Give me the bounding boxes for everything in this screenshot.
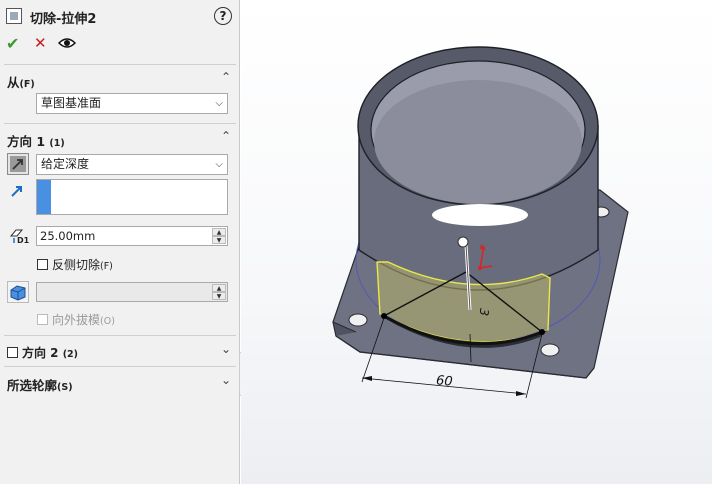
ok-button[interactable]: ✔ xyxy=(6,34,19,53)
hole xyxy=(348,313,368,327)
draft-outward-checkbox[interactable]: 向外拔模(O) xyxy=(37,311,115,328)
section-from-header[interactable]: 从(F) xyxy=(7,72,35,91)
help-icon[interactable]: ? xyxy=(214,7,232,25)
checkbox-box[interactable] xyxy=(7,347,18,358)
graphics-viewport[interactable]: 60 3 xyxy=(241,0,712,484)
end-condition-select[interactable]: 给定深度 ⌵ xyxy=(36,154,228,175)
drag-handle-icon[interactable] xyxy=(457,236,469,248)
divider xyxy=(4,64,236,65)
checkbox-box[interactable] xyxy=(37,259,48,270)
hole xyxy=(540,343,560,357)
checkbox-box[interactable] xyxy=(37,314,48,325)
dimension-3-label[interactable]: 3 xyxy=(477,308,492,317)
reverse-direction-icon xyxy=(10,156,26,172)
section-from-label: 从 xyxy=(7,75,20,90)
spin-up-icon[interactable]: ▲ xyxy=(212,228,226,236)
depth-input[interactable]: 25.00mm ▲ ▼ xyxy=(36,226,228,246)
reverse-direction-button[interactable] xyxy=(7,153,29,175)
section-contours-header[interactable]: 所选轮廓(S) xyxy=(7,375,73,394)
spin-up-icon[interactable]: ▲ xyxy=(212,284,226,292)
expand-contours-caret-icon[interactable]: ⌄ xyxy=(221,373,231,387)
feature-title: 切除-拉伸2 xyxy=(30,12,97,27)
depth-value: 25.00mm xyxy=(40,229,96,243)
dimension-60-label[interactable]: 60 xyxy=(435,373,453,389)
draft-angle-input[interactable]: ▲ ▼ xyxy=(36,282,228,302)
divider xyxy=(4,123,236,124)
divider xyxy=(4,366,236,367)
dropdown-arrow-icon: ⌵ xyxy=(215,159,223,170)
divider xyxy=(4,335,236,336)
direction2-label: 方向 2 (2) xyxy=(22,346,79,360)
draft-toggle-button[interactable] xyxy=(7,281,29,303)
feature-title-row: 切除-拉伸2 ? xyxy=(6,6,232,28)
dropdown-arrow-icon: ⌵ xyxy=(215,98,223,109)
depth-dimension-tag: D1 xyxy=(17,236,30,245)
direction2-checkbox[interactable]: 方向 2 (2) xyxy=(7,344,78,361)
cut-extrude-icon xyxy=(6,8,22,24)
start-condition-select[interactable]: 草图基准面 ⌵ xyxy=(36,93,228,114)
collapse-from-caret-icon[interactable]: ⌃ xyxy=(221,70,231,84)
section-contours-key: (S) xyxy=(57,382,73,393)
section-contours-label: 所选轮廓 xyxy=(7,378,58,393)
flip-side-to-cut-checkbox[interactable]: 反侧切除(F) xyxy=(37,256,113,273)
flip-side-to-cut-label: 反侧切除(F) xyxy=(52,258,113,272)
depth-spinner[interactable]: ▲ ▼ xyxy=(212,228,226,244)
section-dir1-header[interactable]: 方向 1 (1) xyxy=(7,131,65,150)
active-selection-indicator xyxy=(37,180,51,214)
direction-vector-icon xyxy=(11,186,22,197)
origin-triad-icon xyxy=(478,266,482,270)
start-condition-value: 草图基准面 xyxy=(41,96,102,110)
spin-down-icon[interactable]: ▼ xyxy=(212,292,226,300)
direction-vector-selection-box[interactable] xyxy=(36,179,228,215)
section-dir1-key: (1) xyxy=(49,138,65,149)
draft-icon xyxy=(10,285,26,301)
3d-model-view[interactable]: 60 3 xyxy=(241,0,712,484)
draft-angle-spinner[interactable]: ▲ ▼ xyxy=(212,284,226,300)
draft-outward-label: 向外拔模(O) xyxy=(52,313,115,327)
end-condition-value: 给定深度 xyxy=(41,157,90,171)
cancel-button[interactable]: ✕ xyxy=(34,34,47,52)
section-dir1-label: 方向 1 xyxy=(7,134,46,149)
preview-eye-icon[interactable] xyxy=(58,37,76,49)
expand-dir2-caret-icon[interactable]: ⌄ xyxy=(221,342,231,356)
bore-opening xyxy=(432,204,528,226)
collapse-dir1-caret-icon[interactable]: ⌃ xyxy=(221,129,231,143)
section-from-key: (F) xyxy=(19,79,35,90)
property-manager-panel: 切除-拉伸2 ? ✔ ✕ 从(F) ⌃ 草图基准面 ⌵ 方向 1 (1) ⌃ 给… xyxy=(0,0,240,484)
spin-down-icon[interactable]: ▼ xyxy=(212,236,226,244)
